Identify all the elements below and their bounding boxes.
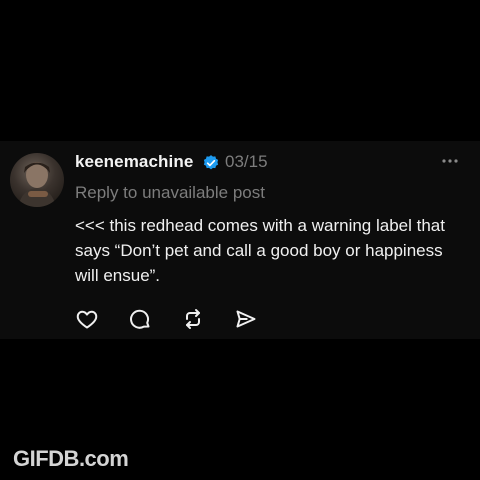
action-bar bbox=[75, 307, 275, 331]
share-icon[interactable] bbox=[234, 307, 258, 331]
repost-icon[interactable] bbox=[181, 307, 205, 331]
comment-icon[interactable] bbox=[128, 307, 152, 331]
reply-context[interactable]: Reply to unavailable post bbox=[75, 183, 265, 203]
more-options-icon[interactable] bbox=[440, 151, 460, 171]
avatar-image bbox=[18, 162, 56, 207]
avatar[interactable] bbox=[10, 153, 64, 207]
watermark: GIFDB.com bbox=[13, 446, 129, 471]
post-date: 03/15 bbox=[225, 152, 268, 171]
post-card: keenemachine 03/15 Reply to unavailable … bbox=[0, 141, 480, 339]
post-text: <<< this redhead comes with a warning la… bbox=[75, 216, 445, 285]
verified-badge-icon bbox=[202, 154, 220, 172]
like-icon[interactable] bbox=[75, 307, 99, 331]
username[interactable]: keenemachine bbox=[75, 152, 193, 172]
